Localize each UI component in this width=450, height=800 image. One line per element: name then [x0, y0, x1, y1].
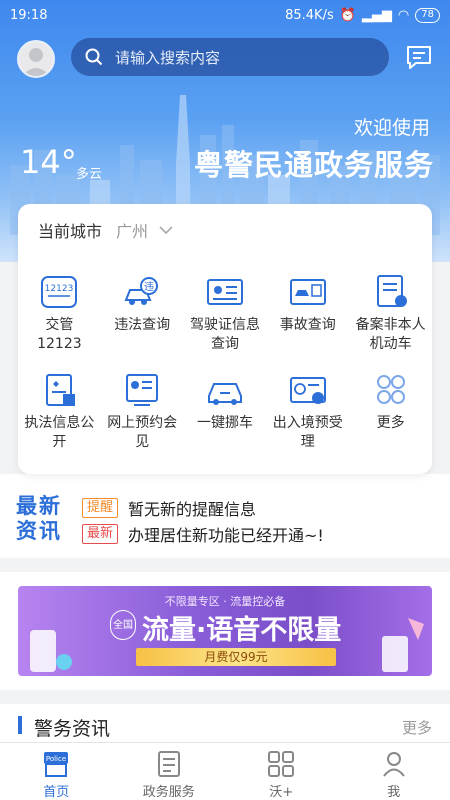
phone-illustration-icon [30, 630, 72, 672]
tab-label: 我 [387, 785, 401, 800]
tab-home[interactable]: Police 首页 [0, 743, 113, 800]
banner-quan-badge: 全国 [110, 610, 136, 640]
service-label: 更多 [376, 415, 405, 431]
services-doc-icon [157, 751, 180, 777]
search-icon [85, 48, 103, 66]
section-title: 警务资讯 [34, 718, 111, 740]
service-label: 出入境预受理 [272, 415, 343, 450]
tab-label: 首页 [43, 785, 70, 800]
promo-section: 不限量专区 · 流量控必备 全国 流量·语音不限量 月费仅99元 [0, 572, 450, 690]
alarm-icon: ⏰ [339, 7, 356, 23]
promo-banner[interactable]: 不限量专区 · 流量控必备 全国 流量·语音不限量 月费仅99元 [18, 586, 432, 676]
city-value: 广州 [116, 222, 149, 241]
service-label: 备案非本人机动车 [355, 317, 426, 352]
message-icon[interactable] [405, 44, 433, 70]
license-icon [206, 279, 243, 305]
news-item[interactable]: 提醒 暂无新的提醒信息 [82, 496, 256, 520]
section-accent-bar [18, 716, 22, 734]
gift-illustration-icon [382, 618, 424, 672]
service-accident-query[interactable]: 事故查询 [266, 274, 349, 354]
city-label: 当前城市 [38, 222, 103, 241]
banner-title: 流量·语音不限量 [142, 615, 342, 646]
search-placeholder: 请输入搜索内容 [115, 48, 221, 67]
police-home-icon: Police [44, 752, 69, 777]
service-vehicle-record[interactable]: 备案非本人机动车 [349, 274, 432, 354]
search-input[interactable]: 请输入搜索内容 [71, 38, 389, 76]
service-label: 执法信息公开 [24, 415, 95, 450]
svg-text:Police: Police [46, 755, 66, 763]
news-text: 办理居住新功能已经开通~! [128, 526, 324, 545]
news-text: 暂无新的提醒信息 [128, 500, 257, 519]
more-link[interactable]: 更多 [402, 717, 432, 738]
tab-services[interactable]: 政务服务 [113, 743, 226, 800]
service-law-info[interactable]: 执法信息公开 [18, 372, 101, 452]
service-label: 网上预约会见 [107, 415, 178, 450]
service-label: 事故查询 [279, 317, 336, 333]
signal-icon: ▂▄▆ [361, 7, 392, 23]
services-card: 当前城市 广州 12123 交管 12123 违 违法查询 驾驶证信息查询 事故… [18, 204, 432, 474]
news-logo-text: 最新资讯 [16, 494, 62, 543]
temperature: 14° [20, 143, 77, 181]
move-car-icon [207, 383, 242, 405]
police-news-header: 警务资讯 更多 [0, 704, 450, 744]
more-grid-icon [376, 375, 405, 404]
city-selector[interactable]: 当前城市 广州 [38, 218, 174, 242]
service-move-car[interactable]: 一键挪车 [184, 372, 267, 452]
brand-title: 粤警民通政务服务 [193, 148, 434, 182]
news-logo: 最新资讯 [16, 494, 68, 544]
service-traffic-12123[interactable]: 12123 交管 12123 [18, 274, 101, 354]
exit-entry-icon [289, 377, 326, 404]
banner-top-text: 不限量专区 · 流量控必备 [164, 595, 286, 608]
status-time: 19:18 [10, 7, 48, 23]
bottom-tab-bar: Police 首页 政务服务 沃+ 我 [0, 742, 450, 800]
appointment-icon [126, 374, 159, 406]
battery-icon: 78 [415, 7, 440, 23]
car-violation-icon: 违 [124, 277, 159, 305]
user-avatar-icon [19, 42, 53, 76]
reminder-tag: 提醒 [82, 498, 119, 518]
service-exit-entry[interactable]: 出入境预受理 [266, 372, 349, 452]
service-more[interactable]: 更多 [349, 372, 432, 452]
service-license-query[interactable]: 驾驶证信息查询 [184, 274, 267, 354]
service-label: 一键挪车 [196, 415, 253, 431]
wifi-icon: ◠ [397, 7, 410, 23]
law-info-icon [46, 374, 76, 406]
service-label: 驾驶证信息查询 [189, 317, 260, 352]
tab-label: 政务服务 [142, 785, 195, 800]
avatar[interactable] [17, 40, 55, 78]
service-violation-query[interactable]: 违 违法查询 [101, 274, 184, 354]
weather-text: 多云 [76, 167, 103, 182]
net-speed: 85.4K/s [285, 7, 334, 23]
tab-me[interactable]: 我 [338, 743, 450, 800]
service-label: 违法查询 [114, 317, 171, 333]
accident-icon [289, 279, 326, 305]
service-online-appointment[interactable]: 网上预约会见 [101, 372, 184, 452]
latest-tag: 最新 [82, 524, 119, 544]
person-icon [382, 752, 405, 777]
tab-label: 沃+ [269, 785, 294, 800]
top-bar: 请输入搜索内容 [0, 36, 450, 80]
welcome-text: 欢迎使用 [353, 117, 430, 139]
services-grid: 12123 交管 12123 违 违法查询 驾驶证信息查询 事故查询 备案非本人… [18, 274, 432, 452]
grid-plus-icon [268, 751, 295, 777]
latest-news: 最新资讯 提醒 暂无新的提醒信息 最新 办理居住新功能已经开通~! [0, 474, 450, 558]
svg-text:12123: 12123 [45, 284, 74, 294]
traffic-12123-icon: 12123 [41, 276, 78, 308]
news-item[interactable]: 最新 办理居住新功能已经开通~! [82, 522, 324, 546]
status-bar: 19:18 85.4K/s ⏰ ▂▄▆ ◠ 78 [0, 0, 450, 30]
chevron-down-icon [159, 226, 173, 235]
svg-text:违: 违 [144, 281, 154, 293]
tab-wo-plus[interactable]: 沃+ [225, 743, 338, 800]
vehicle-record-icon [376, 275, 407, 307]
banner-price: 月费仅99元 [136, 648, 336, 666]
service-label: 交管 12123 [37, 317, 82, 352]
